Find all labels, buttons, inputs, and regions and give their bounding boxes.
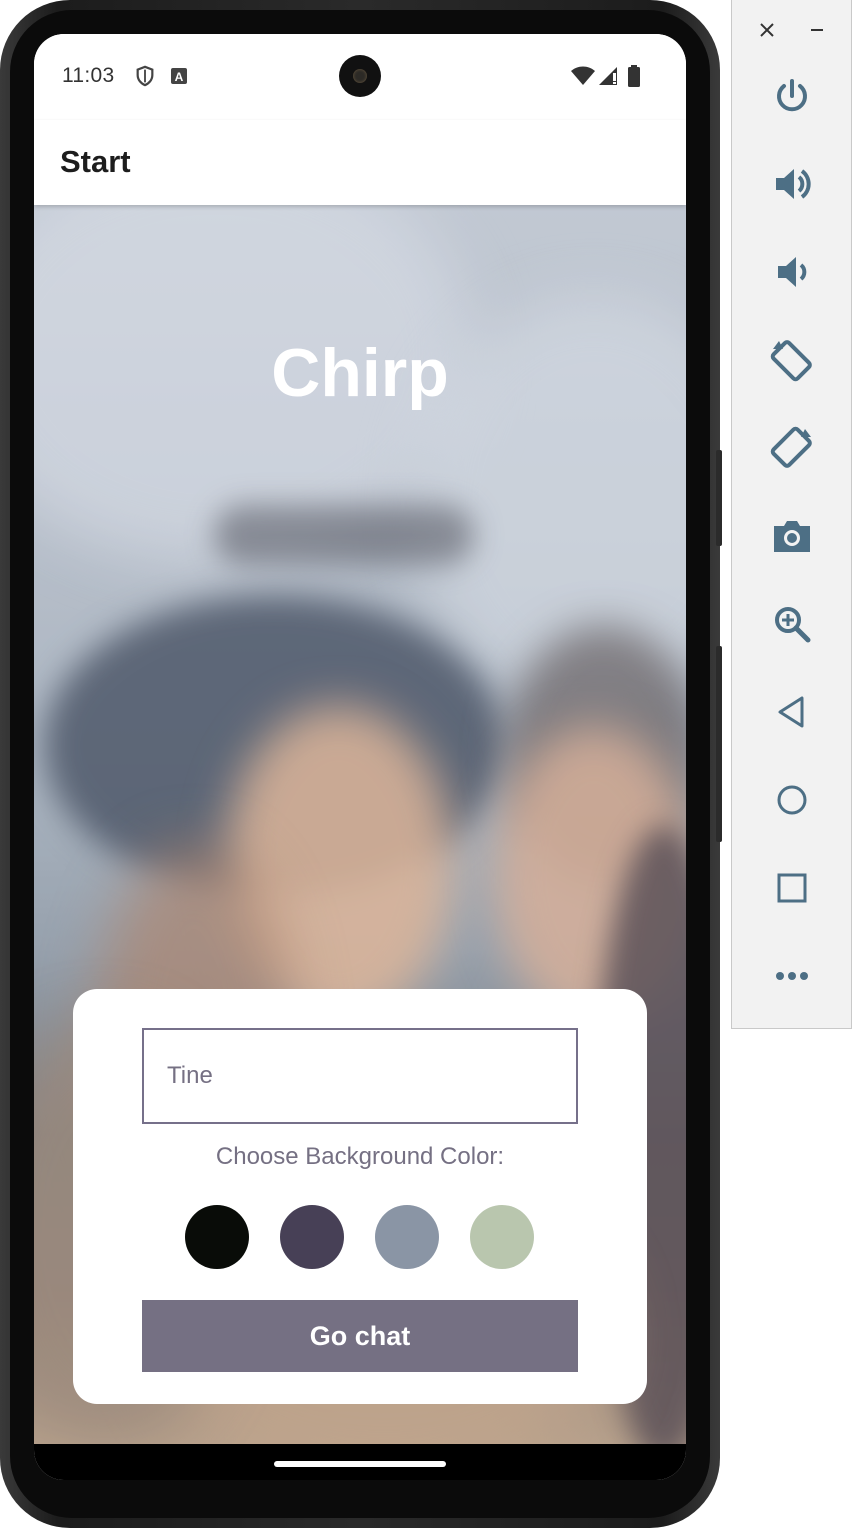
status-bar: 11:03 A bbox=[34, 34, 686, 120]
minimize-icon[interactable] bbox=[808, 21, 826, 39]
home-icon[interactable] bbox=[762, 770, 822, 830]
navigation-bar bbox=[34, 1444, 686, 1480]
back-icon[interactable] bbox=[762, 682, 822, 742]
battery-icon bbox=[627, 65, 641, 87]
start-card: Choose Background Color: Go chat bbox=[73, 989, 647, 1404]
color-label: Choose Background Color: bbox=[215, 1143, 505, 1170]
color-swatches bbox=[185, 1205, 535, 1269]
phone-side-button-upper bbox=[716, 450, 722, 546]
zoom-icon[interactable] bbox=[762, 594, 822, 654]
emulator-toolbar bbox=[731, 0, 852, 1029]
color-swatch-grey[interactable] bbox=[375, 1205, 439, 1269]
color-swatch-black[interactable] bbox=[185, 1205, 249, 1269]
wifi-icon bbox=[570, 66, 596, 86]
go-chat-button[interactable]: Go chat bbox=[142, 1300, 578, 1372]
app-bar-title: Start bbox=[60, 144, 131, 179]
phone-side-button-lower bbox=[716, 646, 722, 842]
volume-up-icon[interactable] bbox=[762, 154, 822, 214]
more-icon[interactable] bbox=[762, 946, 822, 1006]
app-bar: Start bbox=[34, 120, 686, 205]
signal-icon bbox=[597, 65, 619, 87]
volume-down-icon[interactable] bbox=[762, 242, 822, 302]
name-input[interactable] bbox=[142, 1028, 578, 1124]
color-swatch-green[interactable] bbox=[470, 1205, 534, 1269]
camera-icon[interactable] bbox=[762, 506, 822, 566]
front-camera bbox=[339, 55, 381, 97]
status-time: 11:03 bbox=[62, 64, 115, 87]
rotate-right-icon[interactable] bbox=[762, 418, 822, 478]
rotate-left-icon[interactable] bbox=[762, 330, 822, 390]
shield-icon bbox=[134, 65, 156, 87]
emulator-window-controls bbox=[732, 16, 852, 46]
color-swatch-purple[interactable] bbox=[280, 1205, 344, 1269]
app-title: Chirp bbox=[271, 335, 449, 411]
close-icon[interactable] bbox=[758, 21, 776, 39]
svg-text:A: A bbox=[175, 70, 184, 84]
device-screen: 11:03 A Start Chirp Tine Choose Backgrou… bbox=[34, 34, 686, 1480]
font-a-icon: A bbox=[170, 67, 188, 85]
power-icon[interactable] bbox=[762, 66, 822, 126]
home-gesture-handle[interactable] bbox=[274, 1461, 446, 1467]
overview-icon[interactable] bbox=[762, 858, 822, 918]
